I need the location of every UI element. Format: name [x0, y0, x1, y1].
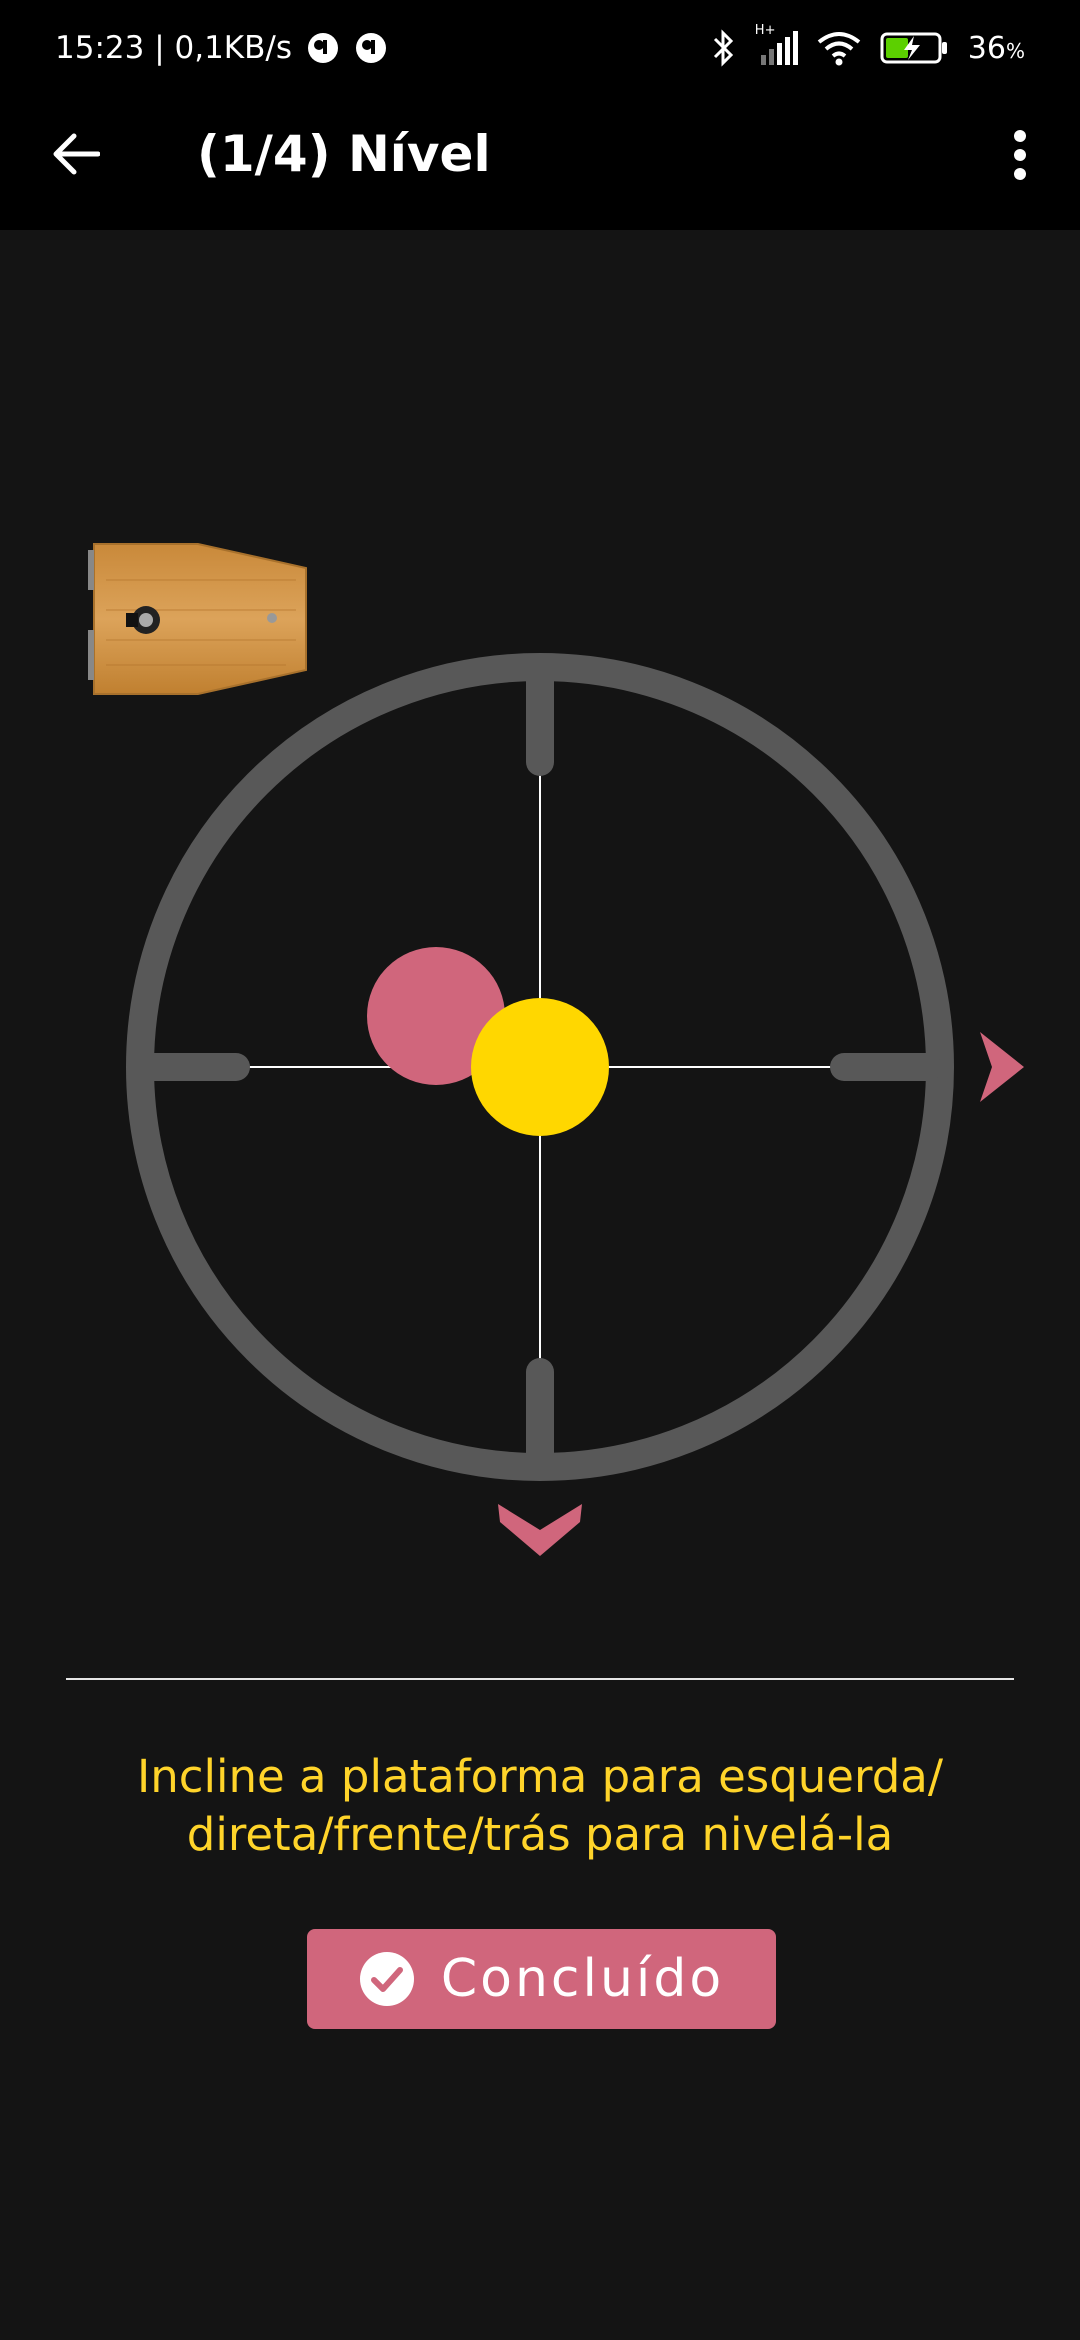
notification-icon [356, 33, 386, 63]
level-gauge [126, 653, 1024, 1556]
arrow-left-icon [53, 133, 100, 175]
signal-icon: H+ [755, 23, 798, 65]
status-time: 15:23 | 0,1KB/s [55, 30, 292, 66]
chevron-down-icon [498, 1504, 582, 1556]
check-circle-icon [359, 1952, 414, 2006]
status-bar: 15:23 | 0,1KB/s H+ 36% [0, 0, 1080, 96]
battery-charging-icon [880, 32, 947, 64]
level-target [471, 998, 609, 1136]
instruction-text: Incline a plataforma para esquerda/ dire… [136, 1750, 944, 1861]
wifi-icon [817, 32, 861, 66]
overflow-menu-button[interactable] [990, 120, 1050, 190]
done-button[interactable]: Concluído [307, 1929, 776, 2029]
done-button-label: Concluído [440, 1949, 725, 2009]
bluetooth-icon [713, 29, 733, 67]
app-bar: (1/4) Nível [0, 96, 1080, 230]
more-vert-icon [1014, 130, 1026, 180]
back-button[interactable] [46, 124, 106, 184]
page-title: (1/4) Nível [197, 125, 491, 183]
notification-icon [308, 33, 338, 63]
divider [66, 1678, 1014, 1680]
battery-percent: 36% [967, 30, 1025, 66]
chevron-right-icon [980, 1032, 1024, 1102]
